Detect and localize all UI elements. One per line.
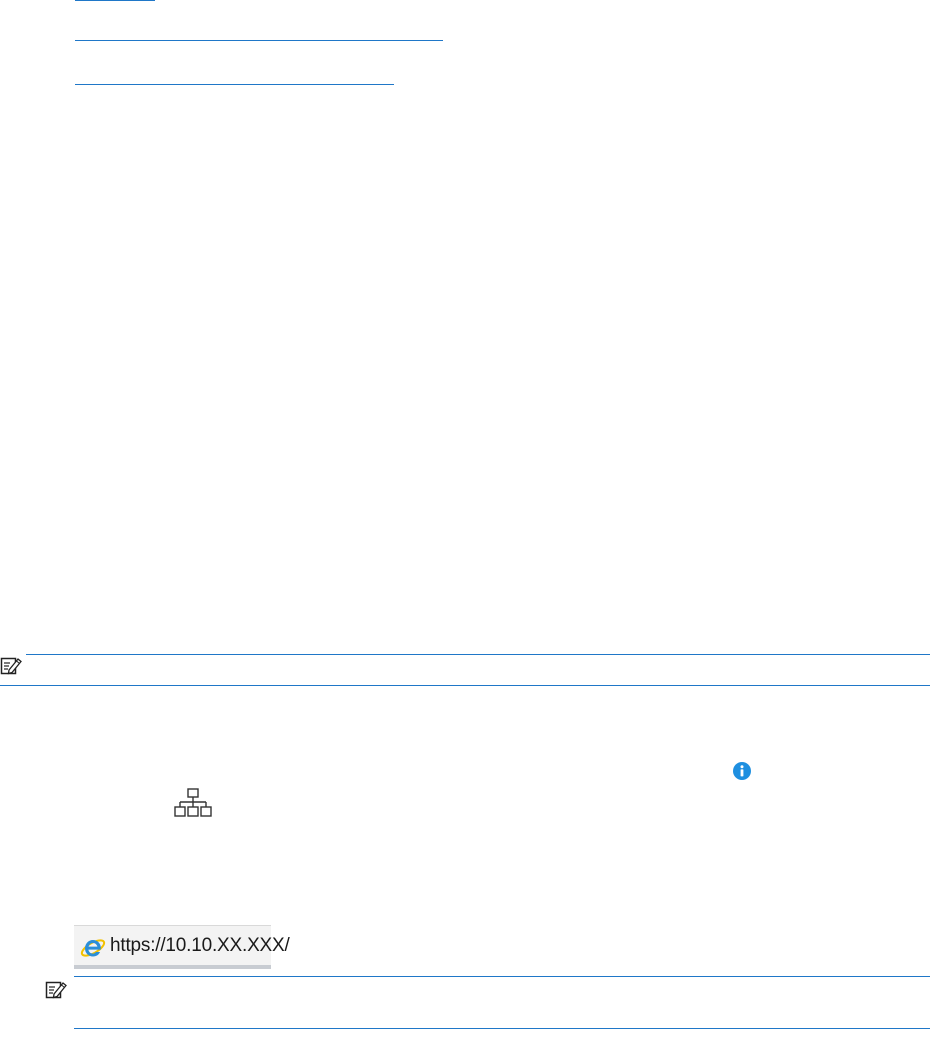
note-pencil-icon	[45, 981, 67, 999]
link-underline-2[interactable]	[75, 40, 443, 41]
link-underline-3[interactable]	[75, 84, 394, 85]
note2-bottom-rule	[74, 1028, 930, 1029]
note2-top-rule	[74, 976, 930, 977]
note-top-rule	[26, 654, 930, 655]
note-bottom-rule	[0, 685, 930, 686]
note-pencil-icon	[0, 657, 22, 675]
internet-explorer-icon	[80, 939, 106, 957]
info-icon	[733, 762, 751, 780]
address-url: https://10.10.XX.XXX/	[110, 935, 290, 956]
browser-address-bar: https://10.10.XX.XXX/	[74, 925, 290, 969]
link-underline-1[interactable]	[75, 0, 155, 1]
network-icon	[174, 788, 212, 817]
